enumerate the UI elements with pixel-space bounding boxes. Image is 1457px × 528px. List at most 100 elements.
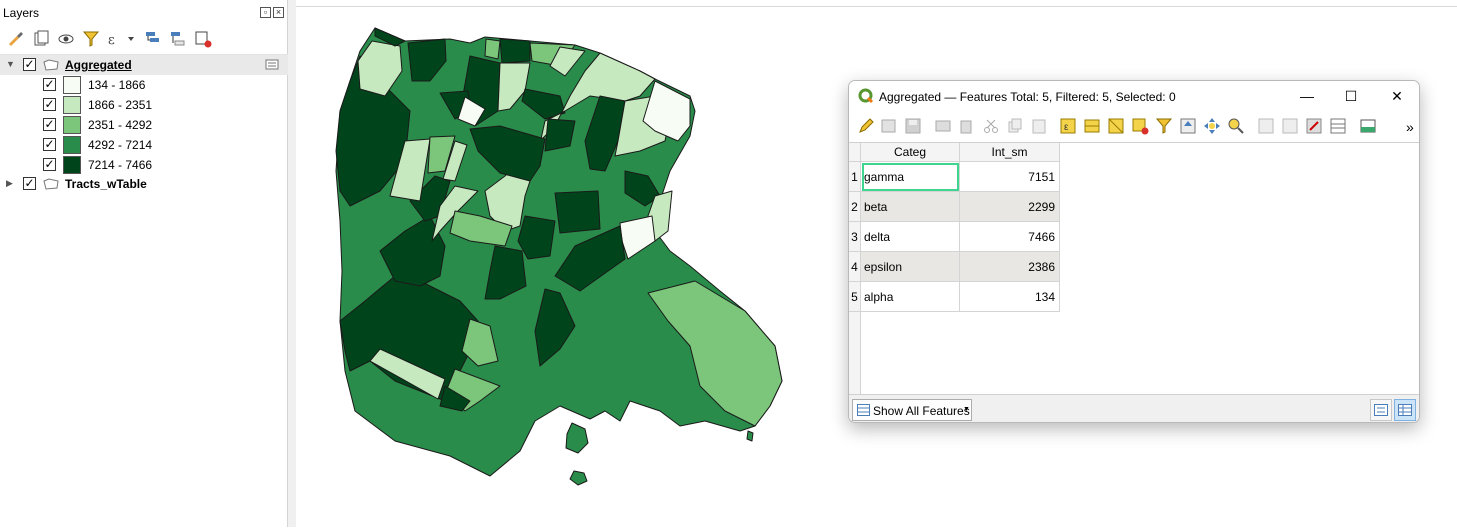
map-polygon[interactable] xyxy=(569,470,588,486)
collapse-all-icon[interactable] xyxy=(168,29,188,49)
polygon-layer-icon xyxy=(43,59,59,71)
cell-int-sm[interactable]: 2299 xyxy=(960,192,1060,222)
map-polygon[interactable] xyxy=(499,38,531,64)
row-number[interactable]: 1 xyxy=(849,162,861,192)
close-button[interactable]: ✕ xyxy=(1374,85,1419,109)
save-edits-icon[interactable] xyxy=(904,117,922,135)
minimize-button[interactable]: — xyxy=(1284,85,1330,109)
dropdown-arrow-icon: ▼ xyxy=(963,406,970,413)
attribute-grid[interactable]: Categ Int_sm 1 gamma 7151 2 beta 2299 3 … xyxy=(849,142,1419,395)
legend-item[interactable]: ✓ 7214 - 7466 xyxy=(0,155,288,175)
attribute-table-toolbar: ε » xyxy=(849,114,1419,140)
feature-count-icon[interactable] xyxy=(265,59,279,70)
qgis-logo-icon xyxy=(858,88,874,104)
expand-all-icon[interactable] xyxy=(143,29,163,49)
map-polygon[interactable] xyxy=(746,430,754,442)
delete-features-icon[interactable] xyxy=(957,117,975,135)
paste-icon[interactable] xyxy=(1030,117,1048,135)
zoom-to-selection-icon[interactable] xyxy=(1227,117,1245,135)
cell-categ[interactable]: delta xyxy=(861,222,960,252)
select-by-expression-icon[interactable]: ε xyxy=(1059,117,1077,135)
cell-int-sm[interactable]: 134 xyxy=(960,282,1060,312)
map-polygon[interactable] xyxy=(554,190,601,234)
cell-categ[interactable]: beta xyxy=(861,192,960,222)
legend-item[interactable]: ✓ 2351 - 4292 xyxy=(0,115,288,135)
legend-swatch xyxy=(63,156,81,174)
deselect-all-icon[interactable] xyxy=(1131,117,1149,135)
cell-int-sm[interactable]: 7466 xyxy=(960,222,1060,252)
copy-icon[interactable] xyxy=(1006,117,1024,135)
attribute-table-titlebar[interactable]: Aggregated — Features Total: 5, Filtered… xyxy=(849,81,1419,112)
map-polygon[interactable] xyxy=(565,422,589,454)
cell-categ[interactable]: epsilon xyxy=(861,252,960,282)
maximize-button[interactable]: ☐ xyxy=(1328,85,1374,109)
legend-label: 2351 - 4292 xyxy=(88,118,153,132)
dock-table-icon[interactable] xyxy=(1359,117,1377,135)
panel-splitter[interactable] xyxy=(288,0,296,527)
edit-mode-icon[interactable] xyxy=(857,117,875,135)
add-group-icon[interactable] xyxy=(31,29,51,49)
cell-categ[interactable]: alpha xyxy=(861,282,960,312)
layers-toolbar: ε xyxy=(0,26,288,52)
conditional-formatting-icon[interactable] xyxy=(1329,117,1347,135)
column-header-categ[interactable]: Categ xyxy=(861,143,960,162)
row-number[interactable]: 2 xyxy=(849,192,861,222)
attribute-table-window[interactable]: Aggregated — Features Total: 5, Filtered… xyxy=(848,80,1420,423)
legend-item[interactable]: ✓ 134 - 1866 xyxy=(0,75,288,95)
multi-edit-icon[interactable] xyxy=(880,117,898,135)
legend-label: 7214 - 7466 xyxy=(88,158,153,172)
row-number[interactable]: 3 xyxy=(849,222,861,252)
cut-icon[interactable] xyxy=(982,117,1000,135)
polygon-layer-icon xyxy=(43,178,59,190)
legend-label: 134 - 1866 xyxy=(88,78,146,92)
expand-arrow-icon[interactable]: ▶ xyxy=(6,178,13,189)
legend-checkbox[interactable]: ✓ xyxy=(43,158,56,171)
remove-layer-icon[interactable] xyxy=(193,29,213,49)
legend-item[interactable]: ✓ 4292 - 7214 xyxy=(0,135,288,155)
float-panel-icon[interactable]: ▫ xyxy=(260,7,271,18)
cell-categ[interactable]: gamma xyxy=(861,162,960,192)
svg-text:ε: ε xyxy=(1064,122,1069,133)
new-field-icon[interactable] xyxy=(1257,117,1275,135)
select-all-icon[interactable] xyxy=(1083,117,1101,135)
form-view-button[interactable] xyxy=(1370,399,1392,421)
layer-visibility-checkbox[interactable]: ✓ xyxy=(23,58,36,71)
filter-expression-icon[interactable]: ε xyxy=(106,29,136,49)
field-calculator-icon[interactable] xyxy=(1305,117,1323,135)
attribute-table-footer: Show All Features ▼ xyxy=(849,394,1419,422)
toolbar-overflow-button[interactable]: » xyxy=(1406,119,1414,135)
row-number[interactable]: 5 xyxy=(849,282,861,312)
delete-field-icon[interactable] xyxy=(1281,117,1299,135)
legend-checkbox[interactable]: ✓ xyxy=(43,98,56,111)
layer-visibility-checkbox[interactable]: ✓ xyxy=(23,177,36,190)
legend-item[interactable]: ✓ 1866 - 2351 xyxy=(0,95,288,115)
collapse-arrow-icon[interactable]: ▼ xyxy=(6,59,15,69)
cell-int-sm[interactable]: 7151 xyxy=(960,162,1060,192)
layers-panel-title: Layers xyxy=(3,6,40,20)
invert-selection-icon[interactable] xyxy=(1107,117,1125,135)
cell-int-sm[interactable]: 2386 xyxy=(960,252,1060,282)
corner-header[interactable] xyxy=(849,143,861,162)
show-all-features-label: Show All Features xyxy=(873,404,970,418)
filter-legend-icon[interactable] xyxy=(81,29,101,49)
close-panel-icon[interactable]: × xyxy=(273,7,284,18)
visibility-icon[interactable] xyxy=(56,29,76,49)
column-header-int-sm[interactable]: Int_sm xyxy=(960,143,1060,162)
row-number[interactable]: 4 xyxy=(849,252,861,282)
layers-tree: ▼ ✓ Aggregated ✓ 134 - 1866 ✓ 1866 - 235… xyxy=(0,54,288,527)
layer-row-tracts[interactable]: ▶ ✓ Tracts_wTable xyxy=(0,174,288,194)
pan-to-selection-icon[interactable] xyxy=(1203,117,1221,135)
layer-row-aggregated[interactable]: ▼ ✓ Aggregated xyxy=(0,55,288,75)
reload-icon[interactable] xyxy=(934,117,952,135)
legend-checkbox[interactable]: ✓ xyxy=(43,138,56,151)
map-polygon[interactable] xyxy=(484,38,501,60)
show-all-features-button[interactable]: Show All Features ▼ xyxy=(852,399,972,421)
move-selection-to-top-icon[interactable] xyxy=(1179,117,1197,135)
table-icon xyxy=(857,404,870,416)
filter-select-icon[interactable] xyxy=(1155,117,1173,135)
legend-swatch xyxy=(63,76,81,94)
legend-checkbox[interactable]: ✓ xyxy=(43,78,56,91)
table-view-button[interactable] xyxy=(1394,399,1416,421)
legend-checkbox[interactable]: ✓ xyxy=(43,118,56,131)
style-manager-icon[interactable] xyxy=(6,29,26,49)
